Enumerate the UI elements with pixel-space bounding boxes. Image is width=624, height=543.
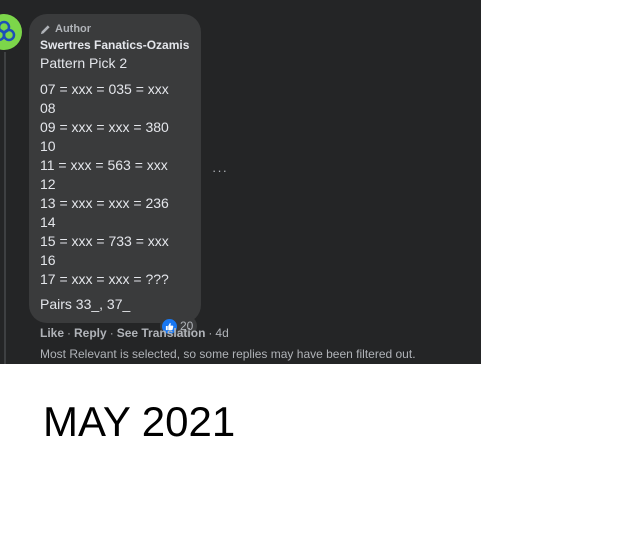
more-options-button[interactable]: ··· xyxy=(210,160,230,180)
pattern-line: 09 = xxx = xxx = 380 xyxy=(40,119,169,135)
pattern-line: 17 = xxx = xxx = ??? xyxy=(40,271,169,287)
author-badge-label: Author xyxy=(55,23,92,35)
reply-button[interactable]: Reply xyxy=(74,326,107,340)
pattern-line: 07 = xxx = 035 = xxx xyxy=(40,81,169,97)
separator: · xyxy=(67,326,72,340)
pairs-line: Pairs 33_, 37_ xyxy=(40,296,131,312)
separator: · xyxy=(109,326,114,340)
pattern-line: 13 = xxx = xxx = 236 xyxy=(40,195,169,211)
pattern-line: 16 xyxy=(40,252,56,268)
comment-panel: Author Swertres Fanatics-Ozamis Pattern … xyxy=(0,0,481,364)
pencil-icon xyxy=(40,24,50,34)
see-translation-link[interactable]: See Translation xyxy=(117,326,206,340)
pattern-line: 08 xyxy=(40,100,56,116)
avatar[interactable] xyxy=(0,14,22,50)
comment-bubble: Author Swertres Fanatics-Ozamis Pattern … xyxy=(29,14,201,323)
author-badge: Author xyxy=(40,22,190,36)
comment-actions: Like · Reply · See Translation · 4d xyxy=(40,326,229,340)
page-logo-icon xyxy=(0,20,16,42)
comment-timestamp[interactable]: 4d xyxy=(215,326,228,340)
pattern-line: 12 xyxy=(40,176,56,192)
pattern-lines: 07 = xxx = 035 = xxx 08 09 = xxx = xxx =… xyxy=(40,80,190,289)
filter-note: Most Relevant is selected, so some repli… xyxy=(40,347,416,361)
date-caption: MAY 2021 xyxy=(43,398,236,445)
thread-line xyxy=(4,52,6,364)
pattern-line: 10 xyxy=(40,138,56,154)
separator: · xyxy=(208,326,213,340)
pattern-line: 15 = xxx = 733 = xxx xyxy=(40,233,169,249)
comment-title: Pattern Pick 2 xyxy=(40,55,128,71)
author-name[interactable]: Swertres Fanatics-Ozamis xyxy=(40,38,190,53)
pattern-line: 11 = xxx = 563 = xxx xyxy=(40,157,168,173)
pattern-line: 14 xyxy=(40,214,56,230)
like-button[interactable]: Like xyxy=(40,326,64,340)
